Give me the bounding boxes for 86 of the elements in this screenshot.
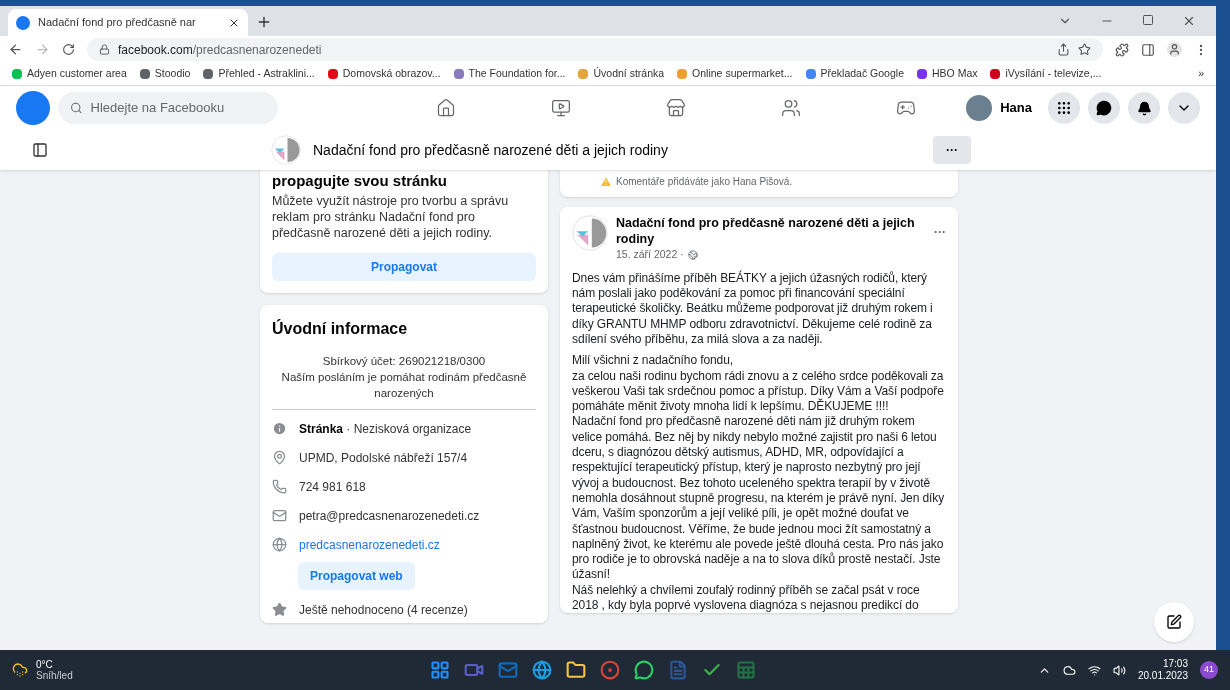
post-more-button[interactable]: ···: [934, 223, 946, 263]
promote-web-button[interactable]: Propagovat web: [298, 561, 415, 590]
url-text: facebook.com/predcasnenarozenedeti: [118, 41, 322, 59]
search-icon: [70, 101, 83, 115]
post-text: Milí všichni z nadačního fondu, za celou naši rodinu bychom rádi znovu a z celého srdce poděkovali za veškerou Vaši tak srdečnou pomoc a přístup. Díky Vám a Vaší podpoře pomáháte měnit životy mnoha lidí k lepšímu. DĚKUJEME !!!! Nadační fond pro předčasně narozené děti nám již druhým rokem velice pomáhá. Bez něj by nikdy nebylo možné zajistit pro naši 6 letou dceru, s diagnózou dětský autismus, ADHD, MR, odpovídající a respektující terapeutický přístup, který je naprosto nezbytný pro její vývoj a budoucnost. Bez tohoto uceleného spektra terapií by v životě nemohla dosáhnout stupně progresu, na kterém je právě nyní. Jen díky Vám, Vaším sponzorům a její veliké píli, je opět možné doufat ve šťastnou budoucnost. Věříme, že bude jednou moci žít samostatný a naplněný život, ke kterému ale povede ještě dlouhá cesta. Pro nás jako pro rodiče je to obrovská naděje a na to slova díků prostě nestačí. Jste úžasní! Náš nelehký a chvílemi zoufalý rodinný příběh se začal psát v roce 2018 , kdy byla poprvé vyslovena diagnóza s nejasnou predikcí do: [572, 353, 946, 614]
email-icon: [272, 508, 287, 523]
reload-icon[interactable]: [62, 43, 75, 56]
close-icon[interactable]: [1182, 14, 1196, 28]
browser-tab[interactable]: Nadační fond pro předčasně nar: [8, 9, 248, 36]
bookmark-item[interactable]: Překladač Google: [805, 66, 904, 82]
post-text: Dnes vám přinášíme příběh BEÁTKY a jejich úžasných rodičů, který nám poslali jako poděkování za pomoc při financování speciální terapeutické školičky. Beátku můžeme podporovat již druhým rokem i díky GRANTU MHMP odboru zdravotnictví. Děkujeme celé rodině za sdílení svého příběhu, za milá slova a za naději.: [572, 270, 934, 348]
bookmark-item[interactable]: Adyen customer area: [12, 66, 127, 82]
menu-button[interactable]: [1048, 92, 1080, 124]
notifications-button[interactable]: [1128, 92, 1160, 124]
search-field[interactable]: Hledejte na Facebooku: [58, 92, 278, 124]
extensions-icon[interactable]: [1115, 42, 1129, 57]
info-icon: [272, 421, 287, 436]
promo-text: Můžete využít nástroje pro tvorbu a správu reklam pro stránku Nadační fond pro předčasně narozené děti a jejich rodiny.: [272, 192, 510, 241]
rating-text: Ještě nehodnoceno (4 recenze): [299, 601, 468, 619]
market-icon: [666, 98, 686, 118]
compose-icon: [1166, 614, 1182, 630]
groups-icon: [781, 98, 801, 118]
website-link[interactable]: predcasnenarozenedeti.cz: [299, 535, 440, 554]
bookmark-item[interactable]: Přehled - Astraklini...: [203, 66, 315, 82]
new-message-button[interactable]: [1154, 602, 1194, 642]
video-icon: [551, 98, 571, 118]
bookmark-item[interactable]: Online supermarket...: [677, 66, 793, 82]
clock-time: 17:03: [1162, 658, 1188, 670]
bio-text: Sbírkový účet: 269021218/0300: [322, 353, 486, 369]
back-icon[interactable]: [8, 42, 23, 57]
info-text: Stránka · Nezisková organizace: [299, 420, 472, 438]
post-date[interactable]: 15. září 2022 ·: [616, 247, 684, 263]
more-button[interactable]: ···: [933, 136, 971, 164]
folder-app-icon[interactable]: [566, 660, 586, 680]
rating-icon: [272, 602, 287, 617]
wifi-icon[interactable]: [1087, 663, 1101, 677]
messenger-button[interactable]: [1088, 92, 1120, 124]
bookmark-star-icon[interactable]: [1078, 43, 1091, 56]
grid-icon: [1056, 100, 1072, 116]
clock-date: 20.01.2023: [1137, 670, 1188, 682]
account-button[interactable]: [1168, 92, 1200, 124]
temperature: 0°C: [36, 659, 54, 670]
address-text: UPMD, Podolské nábřeží 157/4: [299, 449, 468, 467]
more-bookmarks[interactable]: »: [1198, 66, 1204, 82]
address-field[interactable]: facebook.com/predcasnenarozenedeti: [87, 38, 1103, 61]
side-panel-icon[interactable]: [1141, 42, 1155, 57]
bell-icon: [1136, 100, 1152, 116]
bookmark-item[interactable]: HBO Max: [916, 66, 978, 82]
sidebar-toggle-icon[interactable]: [32, 142, 48, 158]
bookmark-item[interactable]: Stoodio: [139, 66, 191, 82]
intro-heading: Úvodní informace: [272, 318, 409, 339]
messenger-icon: [1096, 100, 1112, 116]
phone-text: 724 981 618: [299, 478, 366, 496]
volume-icon[interactable]: [1112, 663, 1126, 677]
cloud-icon[interactable]: [1062, 663, 1076, 677]
page-logo-icon: [572, 215, 608, 251]
page-title: Nadační fond pro předčasně narozené děti a jejich rodiny: [313, 140, 668, 160]
search-input[interactable]: Hledejte na Facebooku: [90, 98, 266, 118]
address-icon: [272, 450, 287, 465]
weather-text: Sníh/led: [36, 670, 73, 681]
tab-title: Nadační fond pro předčasně nar: [38, 15, 196, 31]
globe-icon: [687, 249, 698, 260]
share-icon[interactable]: [1057, 43, 1070, 56]
home-icon: [436, 98, 456, 118]
profile-chip[interactable]: Hana: [966, 95, 1032, 121]
warning-icon: [600, 175, 612, 188]
promote-button[interactable]: Propagovat: [272, 252, 536, 281]
bookmark-item[interactable]: Úvodní stránka: [578, 66, 665, 82]
promo-heading: propagujte svou stránku: [272, 171, 449, 191]
weather-icon: [12, 662, 28, 678]
web-icon: [272, 537, 287, 552]
new-tab-icon[interactable]: [256, 14, 272, 30]
page-logo-icon: [271, 135, 301, 165]
comment-note: Komentáře přidáváte jako Hana Pišová.: [616, 175, 793, 189]
bookmark-item[interactable]: iVysílání - televize,...: [990, 66, 1102, 82]
profile-icon[interactable]: [1167, 42, 1182, 57]
lock-icon: [99, 44, 110, 55]
start-app-icon[interactable]: [430, 660, 450, 680]
bookmark-item[interactable]: The Foundation for...: [453, 66, 566, 82]
phone-icon: [272, 479, 287, 494]
bookmark-item[interactable]: Domovská obrazov...: [327, 66, 441, 82]
bio-text: Naším posláním je pomáhat rodinám předčasně narozených: [280, 369, 528, 401]
maximize-icon[interactable]: [1142, 14, 1154, 26]
post-author[interactable]: Nadační fond pro předčasně narozené děti a jejich rodiny: [616, 215, 926, 247]
email-text: petra@predcasnenarozenedeti.cz: [299, 507, 480, 525]
notification-badge[interactable]: 41: [1200, 661, 1218, 679]
